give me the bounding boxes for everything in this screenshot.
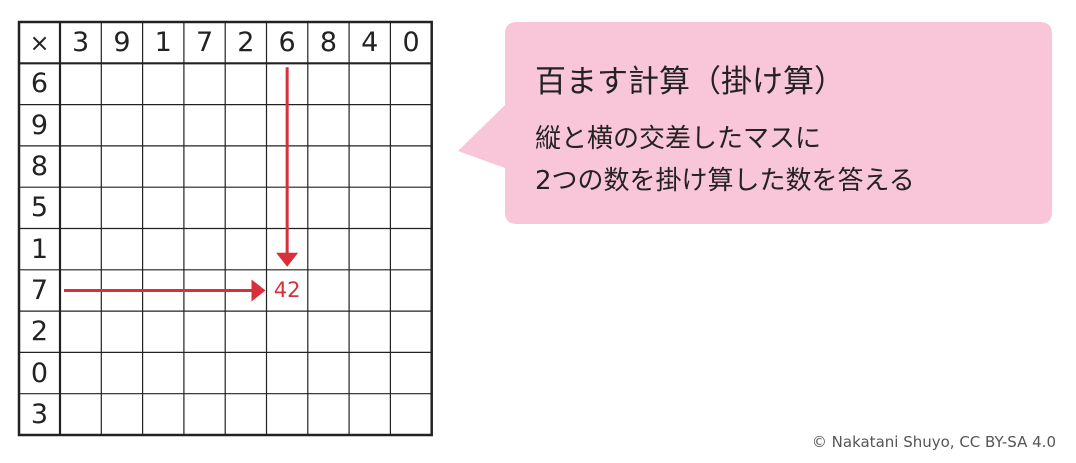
license-credit: © Nakatani Shuyo, CC BY-SA 4.0: [811, 433, 1056, 451]
callout-title: 百ます計算（掛け算）: [535, 64, 845, 100]
callout-instruction-line-1: 縦と横の交差したマスに: [535, 124, 822, 154]
callout-instruction-line-2: 2つの数を掛け算した数を答える: [535, 166, 915, 196]
